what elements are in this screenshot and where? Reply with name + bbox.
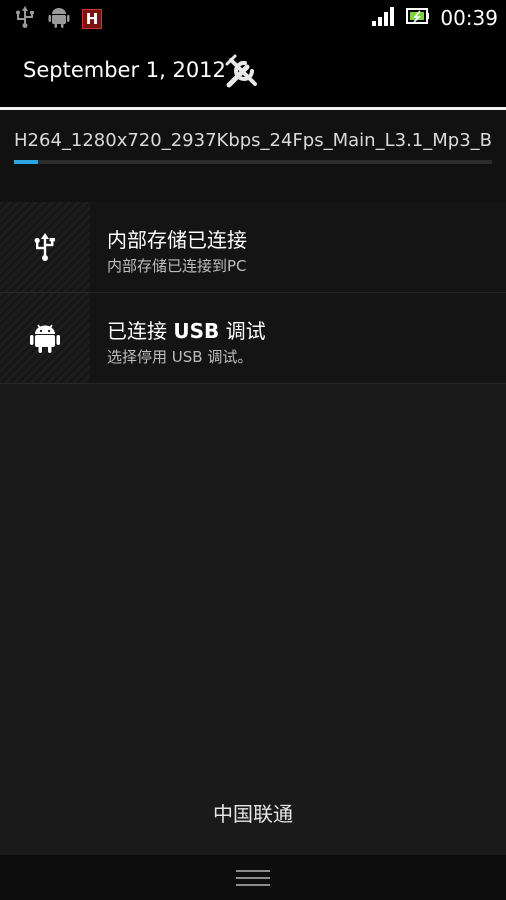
ongoing-notification[interactable]: H264_1280x720_2937Kbps_24Fps_Main_L3.1_M… [0, 110, 506, 202]
notification-subtitle: 内部存储已连接到PC [107, 257, 247, 275]
notification-title: 已连接 USB 调试 [107, 315, 266, 344]
battery-icon [406, 7, 430, 29]
progress-fill [14, 160, 38, 164]
settings-tools-icon [225, 54, 257, 88]
notification-title-usb: USB [173, 319, 220, 343]
notification-header: September 1, 2012 [0, 36, 506, 107]
clock: 00:39 [440, 6, 498, 30]
progress-bar [14, 160, 492, 164]
notification-title-prefix: 已连接 [107, 319, 174, 343]
file-name: H264_1280x720_2937Kbps_24Fps_Main_L3.1_M… [14, 130, 492, 151]
drag-handle-bar[interactable] [0, 855, 506, 900]
usb-icon [34, 233, 55, 261]
notification-title-suffix: 调试 [219, 319, 266, 343]
status-bar: H 00:39 [0, 0, 506, 36]
drag-handle-icon[interactable] [236, 870, 270, 886]
carrier-label: 中国联通 [213, 802, 293, 826]
notification-usb-storage[interactable]: 内部存储已连接 内部存储已连接到PC [0, 202, 506, 293]
notification-icon-box [0, 202, 90, 292]
signal-icon [372, 5, 396, 31]
android-icon [30, 324, 60, 353]
android-debug-icon [48, 5, 70, 33]
notification-title: 内部存储已连接 [107, 228, 247, 252]
video-app-letter: H [85, 10, 99, 28]
notification-subtitle: 选择停用 USB 调试。 [107, 348, 253, 366]
date-label: September 1, 2012 [23, 58, 226, 82]
notification-usb-debugging[interactable]: 已连接 USB 调试 选择停用 USB 调试。 [0, 293, 506, 384]
notification-icon-box [0, 293, 90, 383]
video-app-icon: H [82, 9, 102, 29]
usb-icon [14, 5, 36, 33]
settings-button[interactable] [222, 52, 262, 92]
